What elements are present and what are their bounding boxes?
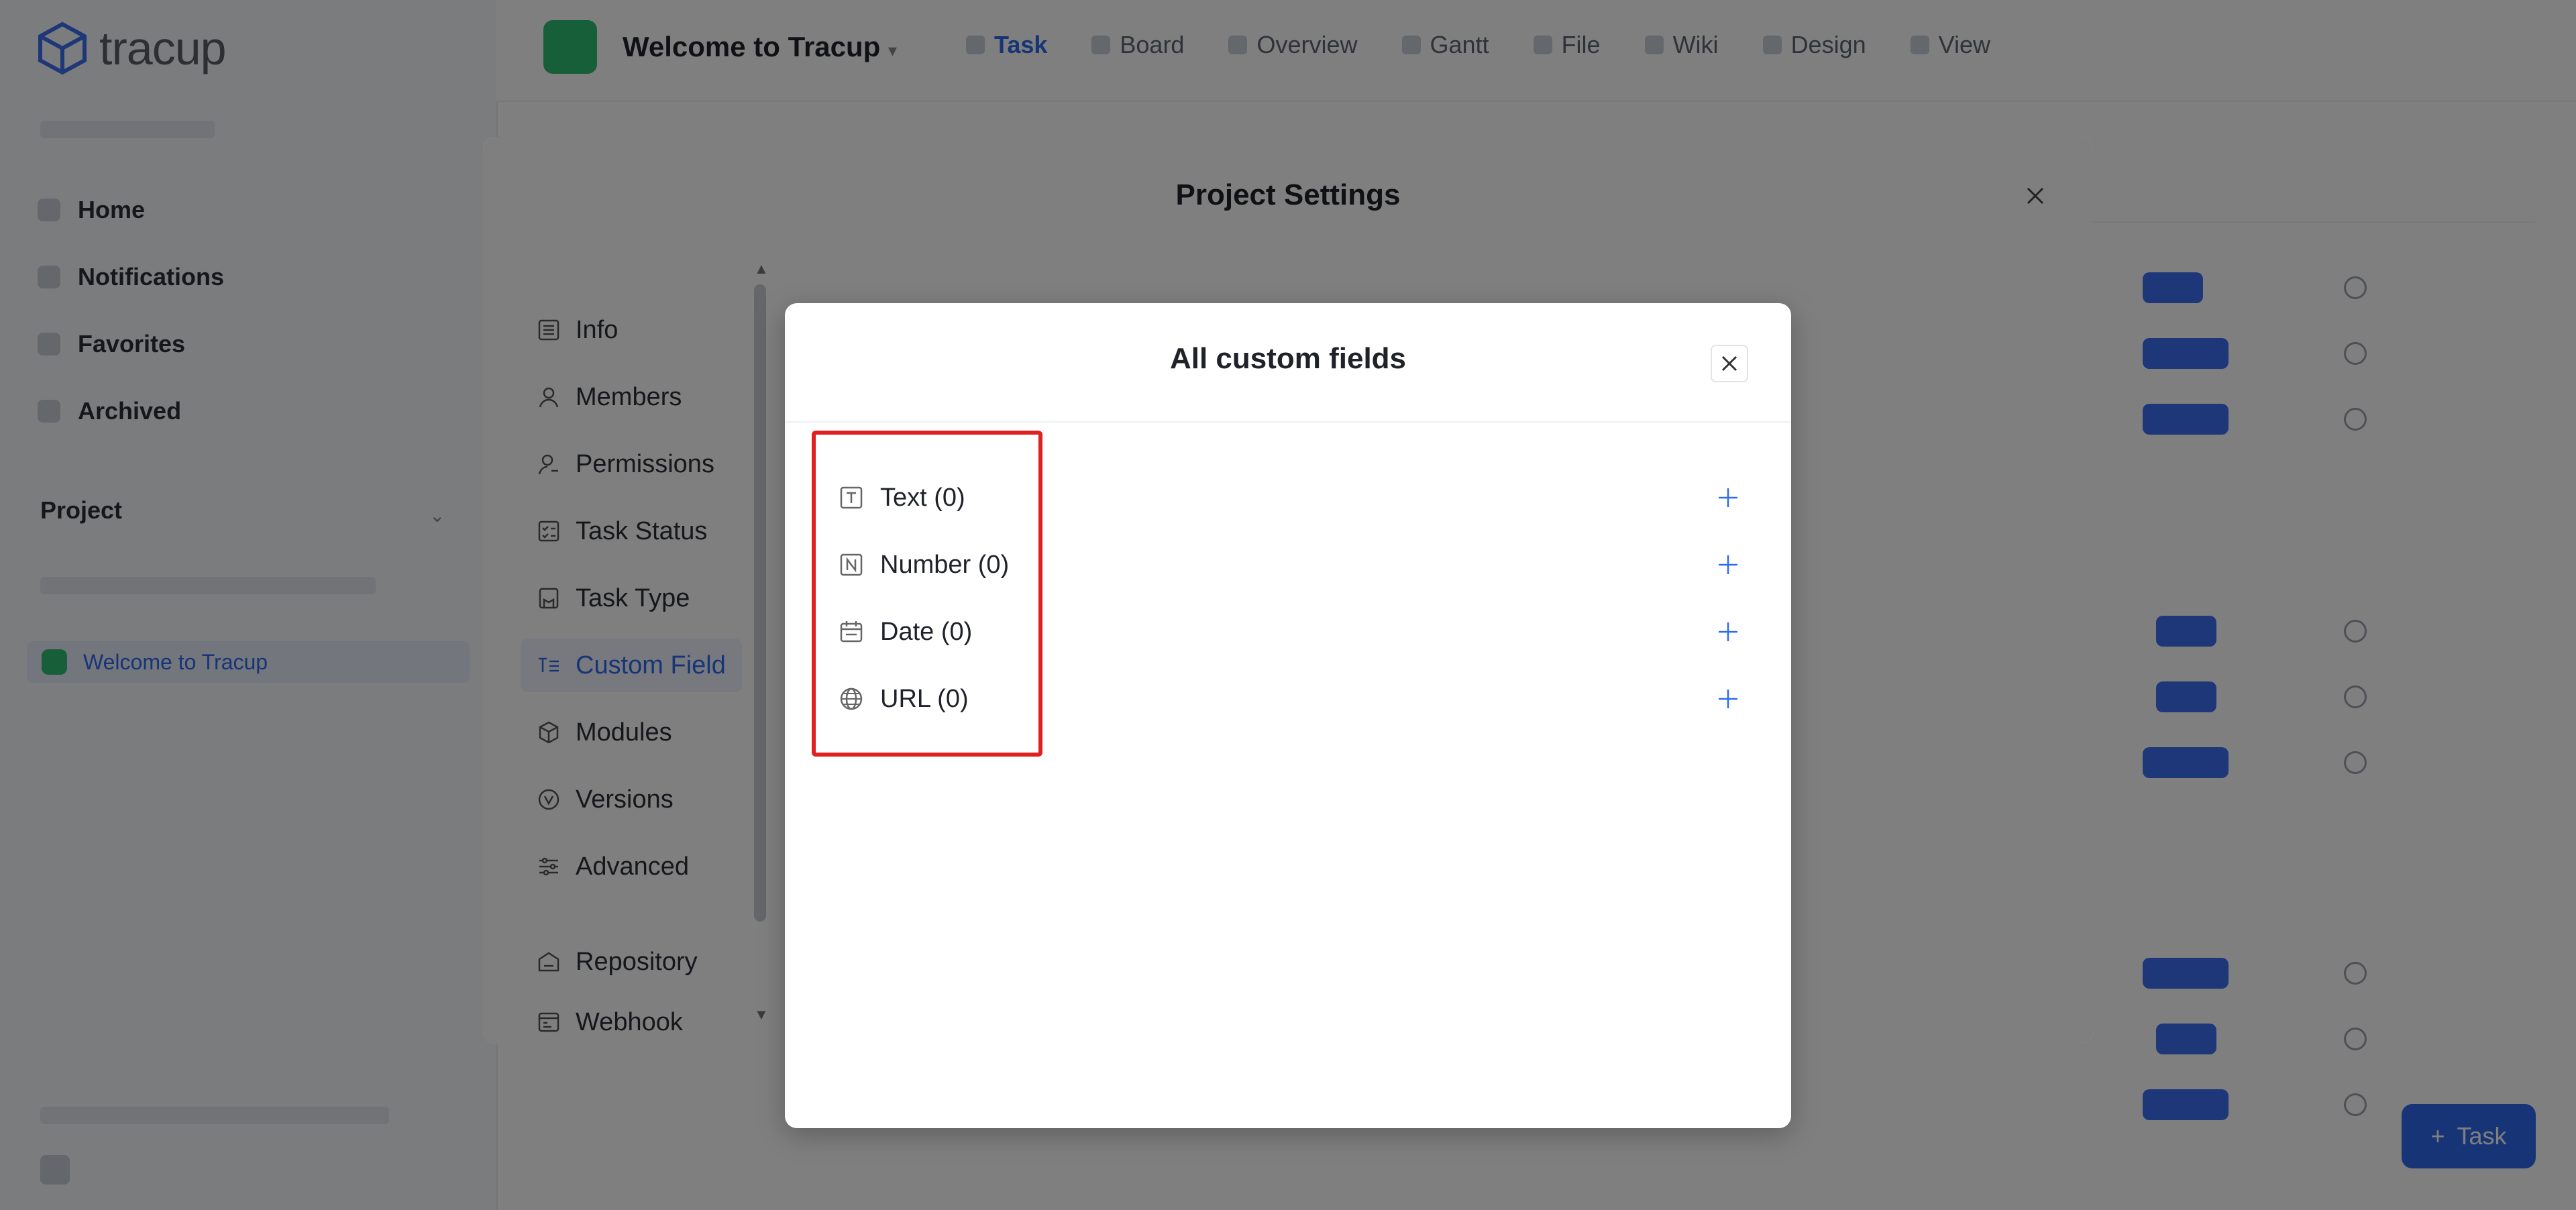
plus-icon: [1719, 690, 1737, 708]
add-url-field-button[interactable]: [1712, 683, 1744, 715]
add-number-field-button[interactable]: [1712, 549, 1744, 581]
dialog-divider: [785, 421, 1791, 423]
plus-icon: [1719, 622, 1737, 641]
add-date-field-button[interactable]: [1712, 616, 1744, 648]
plus-icon: [1719, 488, 1737, 507]
plus-icon: [1719, 555, 1737, 574]
add-text-field-button[interactable]: [1712, 482, 1744, 514]
dialog-title: All custom fields: [1169, 342, 1407, 375]
highlight-box: [812, 431, 1042, 757]
close-icon[interactable]: [1711, 345, 1748, 382]
